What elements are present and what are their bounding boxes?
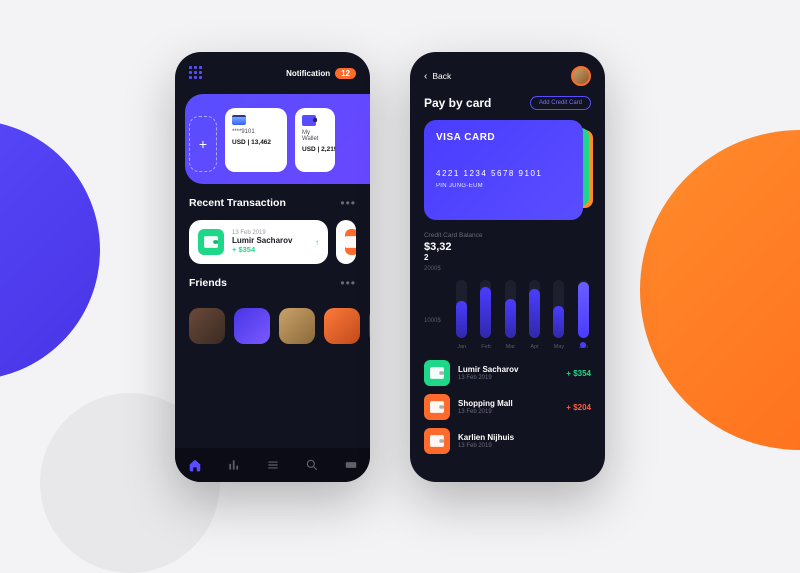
wallet-icon xyxy=(302,115,316,126)
pay-by-card-screen: ‹ Back Pay by card Add Credit Card VISA … xyxy=(410,52,605,482)
back-label: Back xyxy=(432,71,451,81)
ticket-icon[interactable] xyxy=(344,458,358,472)
tab-bar xyxy=(175,448,370,482)
transaction-row[interactable]: Karlien Nijhuis13 Feb 2019 xyxy=(424,428,591,454)
transaction-amount: + $204 xyxy=(566,403,591,412)
visa-card-icon xyxy=(232,115,246,125)
wallet-icon xyxy=(345,229,356,255)
transaction-name: Lumir Sacharov xyxy=(458,365,518,374)
transaction-amount: + $354 xyxy=(566,369,591,378)
balance-sub: 2 xyxy=(424,253,591,262)
notification-button[interactable]: Notification 12 xyxy=(286,68,356,79)
transaction-card[interactable] xyxy=(336,220,356,264)
add-credit-card-button[interactable]: Add Credit Card xyxy=(530,96,591,110)
transaction-row[interactable]: Lumir Sacharov13 Feb 2019 + $354 xyxy=(424,360,591,386)
chart-bar[interactable] xyxy=(576,280,591,338)
wallet-icon xyxy=(198,229,224,255)
transaction-date: 13 Feb 2019 xyxy=(458,409,513,415)
balance-value: $3,32 xyxy=(424,241,591,253)
transaction-name: Shopping Mall xyxy=(458,399,513,408)
card-tile[interactable]: ****9101 USD | 13,462 xyxy=(225,108,287,172)
more-icon[interactable]: ••• xyxy=(340,196,356,210)
chart-bar[interactable] xyxy=(551,280,566,338)
x-tick: Mar xyxy=(503,344,518,350)
balance-label: Credit Card Balance xyxy=(424,232,591,239)
card-balance: USD | 13,462 xyxy=(232,139,280,146)
friends-section: Friends ••• xyxy=(175,272,370,308)
card-number: ****9101 xyxy=(232,129,280,135)
home-icon[interactable] xyxy=(188,458,202,472)
transaction-row[interactable]: Shopping Mall13 Feb 2019 + $204 xyxy=(424,394,591,420)
section-title: Recent Transaction xyxy=(189,197,286,209)
chevron-left-icon: ‹ xyxy=(424,71,427,82)
bg-circle-orange xyxy=(640,130,800,450)
avatar[interactable] xyxy=(369,308,370,344)
chart-bar[interactable] xyxy=(478,280,493,338)
search-icon[interactable] xyxy=(305,458,319,472)
recent-transaction-section: Recent Transaction ••• 13 Feb 2019 Lumir… xyxy=(175,184,370,272)
wallet-icon xyxy=(424,360,450,386)
wallet-icon xyxy=(424,394,450,420)
transaction-date: 13 Feb 2019 xyxy=(458,375,518,381)
chart-bar[interactable] xyxy=(527,280,542,338)
x-tick: Jan xyxy=(454,344,469,350)
wallet-icon xyxy=(424,428,450,454)
notification-label: Notification xyxy=(286,69,330,78)
card-number: 4221 1234 5678 9101 xyxy=(436,169,571,178)
cards-shelf: + ****9101 USD | 13,462 My Wallet USD | … xyxy=(175,94,370,184)
stats-icon[interactable] xyxy=(227,458,241,472)
wallet-home-screen: Notification 12 + ****9101 USD | 13,462 … xyxy=(175,52,370,482)
avatar[interactable] xyxy=(571,66,591,86)
card-tile[interactable]: My Wallet USD | 2,219 xyxy=(295,108,335,172)
transaction-list: Lumir Sacharov13 Feb 2019 + $354 Shoppin… xyxy=(410,350,605,454)
transaction-date: 13 Feb 2019 xyxy=(458,443,514,449)
page-title: Pay by card xyxy=(424,96,491,110)
arrow-up-icon: ↑ xyxy=(315,238,319,247)
friends-row[interactable] xyxy=(175,308,370,352)
credit-card[interactable]: VISA CARD 4221 1234 5678 9101 PIN JUNG-E… xyxy=(424,120,583,220)
transaction-card[interactable]: 13 Feb 2019 Lumir Sacharov + $354 ↑ xyxy=(189,220,328,264)
transaction-amount: + $354 xyxy=(232,245,292,254)
card-number: My Wallet xyxy=(302,130,328,142)
transaction-name: Lumir Sacharov xyxy=(232,236,292,245)
bg-circle-blue xyxy=(0,120,100,380)
x-tick: May xyxy=(551,344,566,350)
avatar[interactable] xyxy=(189,308,225,344)
chart-bar[interactable] xyxy=(503,280,518,338)
chart-bar[interactable] xyxy=(454,280,469,338)
avatar[interactable] xyxy=(234,308,270,344)
credit-card-stack[interactable]: VISA CARD 4221 1234 5678 9101 PIN JUNG-E… xyxy=(424,120,591,220)
card-brand: VISA CARD xyxy=(436,132,571,143)
balance-chart: Credit Card Balance $3,32 2 2000$ 1000$ … xyxy=(410,232,605,350)
card-holder: PIN JUNG-EUM xyxy=(436,183,571,189)
add-card-button[interactable]: + xyxy=(189,116,217,172)
y-axis: 2000$ 1000$ xyxy=(424,266,441,324)
section-title: Friends xyxy=(189,277,227,289)
avatar[interactable] xyxy=(279,308,315,344)
avatar[interactable] xyxy=(324,308,360,344)
x-tick: Feb xyxy=(478,344,493,350)
notification-badge: 12 xyxy=(335,68,356,79)
x-tick: Apr xyxy=(527,344,542,350)
card-balance: USD | 2,219 xyxy=(302,146,328,153)
menu-grid-icon[interactable] xyxy=(189,66,203,80)
transaction-name: Karlien Nijhuis xyxy=(458,433,514,442)
more-icon[interactable]: ••• xyxy=(340,276,356,290)
back-button[interactable]: ‹ Back xyxy=(424,71,451,82)
list-icon[interactable] xyxy=(266,458,280,472)
